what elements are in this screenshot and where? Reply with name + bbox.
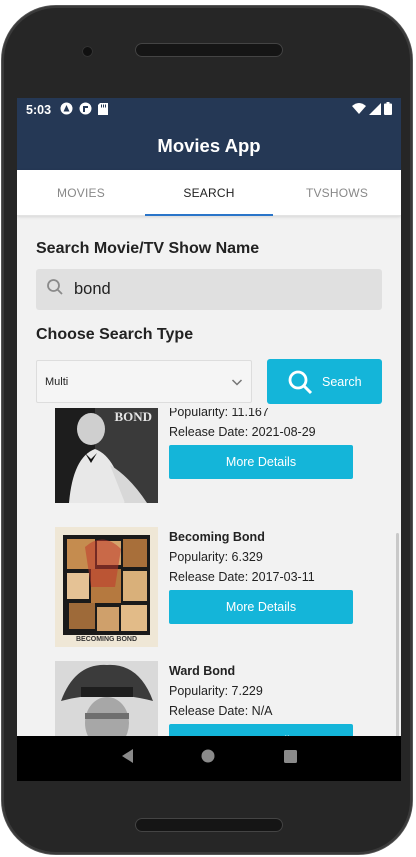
- screen: 5:03 Movies App MOVIES SEARCH TVSHOWS Se…: [17, 98, 401, 781]
- popularity-text: Popularity: 6.329: [169, 550, 263, 564]
- result-title: Becoming Bond: [169, 530, 265, 544]
- sd-card-icon: [98, 102, 109, 118]
- poster-image: BECOMING BOND: [55, 527, 158, 647]
- app-title: Movies App: [157, 135, 261, 156]
- status-bar: 5:03: [17, 98, 401, 122]
- search-form: Search Movie/TV Show Name Choose Search …: [17, 240, 401, 404]
- recents-icon[interactable]: [283, 749, 298, 769]
- bottom-speaker: [135, 818, 283, 832]
- more-details-button[interactable]: More Details: [169, 445, 353, 479]
- result-info: Becoming Bond Popularity: 6.329 Release …: [169, 527, 353, 624]
- top-speaker: [135, 43, 283, 57]
- phone-frame: 5:03 Movies App MOVIES SEARCH TVSHOWS Se…: [2, 6, 412, 854]
- search-controls: Multi Search: [36, 359, 382, 404]
- chevron-down-icon: [231, 378, 243, 386]
- system-nav-bar: [17, 736, 401, 781]
- release-date-text: Release Date: 2021-08-29: [169, 425, 316, 439]
- search-bar[interactable]: [36, 269, 382, 310]
- expo-icon: [60, 102, 73, 118]
- tab-tvshows[interactable]: TVSHOWS: [273, 170, 401, 215]
- poster-title: BECOMING BOND: [75, 636, 138, 643]
- search-icon: [288, 370, 313, 394]
- more-details-button[interactable]: More Details: [169, 590, 353, 624]
- tab-bar: MOVIES SEARCH TVSHOWS: [17, 170, 401, 216]
- tab-search[interactable]: SEARCH: [145, 170, 273, 216]
- battery-icon: [384, 102, 392, 118]
- release-date-text: Release Date: 2017-03-11: [169, 570, 315, 584]
- back-icon[interactable]: [120, 748, 134, 769]
- search-button-label: Search: [322, 374, 362, 389]
- popularity-text: Popularity: 11.167: [169, 408, 269, 419]
- popularity-text: Popularity: 7.229: [169, 684, 263, 698]
- search-section-title: Search Movie/TV Show Name: [36, 240, 260, 257]
- wifi-icon: [352, 103, 366, 117]
- tab-movies[interactable]: MOVIES: [17, 170, 145, 215]
- home-icon[interactable]: [200, 748, 216, 769]
- search-type-select[interactable]: Multi: [36, 360, 252, 403]
- status-time: 5:03: [26, 103, 52, 117]
- search-button[interactable]: Search: [267, 359, 382, 404]
- cell-signal-icon: [369, 102, 381, 118]
- front-camera: [82, 46, 93, 57]
- app-header: Movies App: [17, 122, 401, 170]
- results-list[interactable]: BOND Popularity: 11.167 Release Date: 20…: [17, 408, 401, 781]
- search-type-value: Multi: [45, 375, 69, 388]
- result-title: Ward Bond: [169, 664, 236, 678]
- app-notification-icon: [79, 102, 92, 118]
- result-info: Popularity: 11.167 Release Date: 2021-08…: [169, 408, 353, 479]
- search-icon: [46, 278, 64, 301]
- search-input[interactable]: [74, 280, 364, 299]
- scrollbar[interactable]: [396, 533, 399, 743]
- release-date-text: Release Date: N/A: [169, 704, 273, 718]
- search-type-title: Choose Search Type: [36, 326, 194, 343]
- poster-image: BOND: [55, 408, 158, 503]
- poster-title: BOND: [114, 409, 152, 424]
